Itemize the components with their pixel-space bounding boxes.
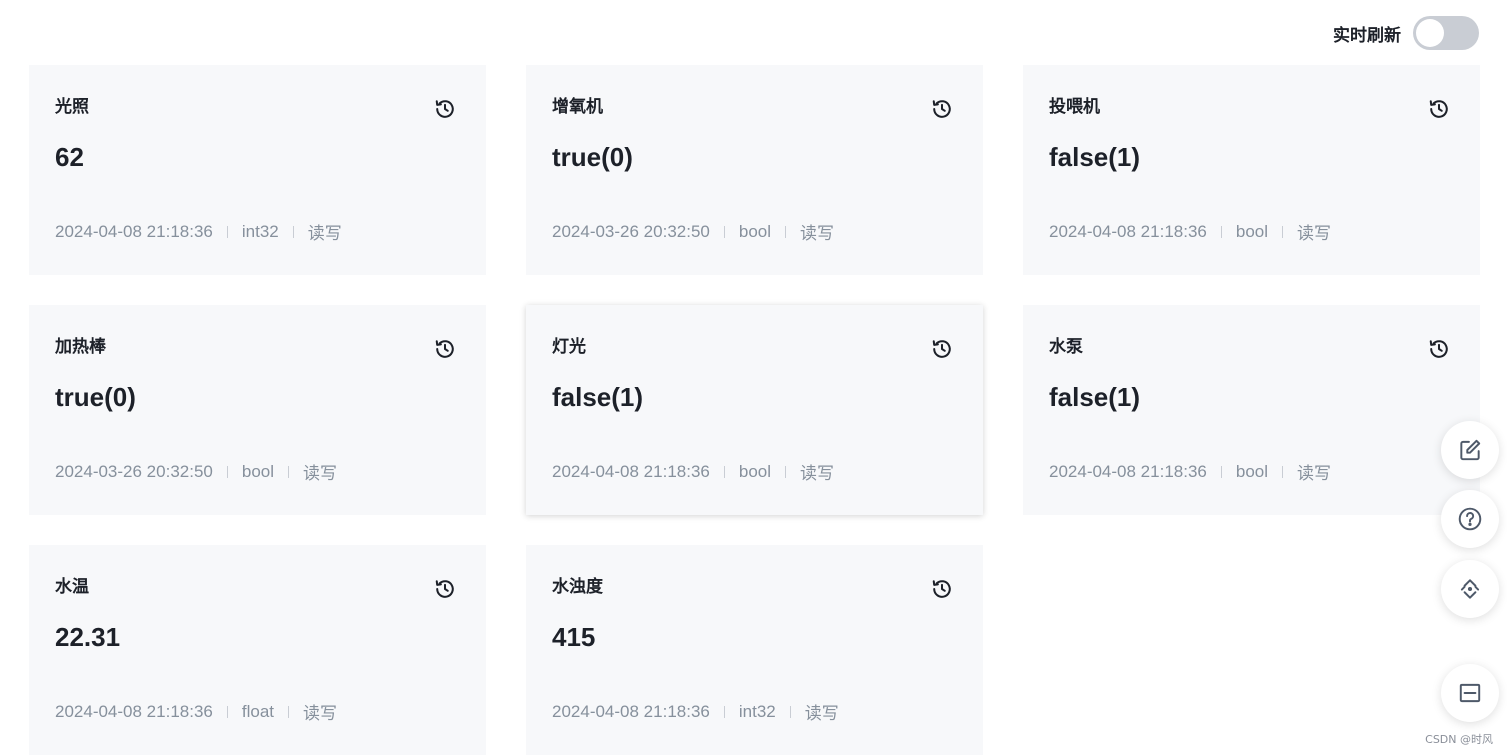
toggle-knob [1416,19,1444,47]
property-timestamp: 2024-03-26 20:32:50 [55,461,213,481]
property-value: false(1) [552,382,644,412]
property-access-mode: 读写 [303,464,337,484]
property-name: 灯光 [552,337,586,357]
property-meta: 2024-04-08 21:18:36 bool 读写 [1049,459,1331,485]
property-card[interactable]: 投喂机 false(1) 2024-04-08 21:18:36 bool 读写 [1023,65,1480,275]
property-access-mode: 读写 [804,704,839,724]
meta-divider [785,465,786,478]
property-name: 水温 [55,577,89,597]
property-data-type: bool [738,221,771,241]
history-icon[interactable] [931,578,953,600]
property-value: true(0) [552,142,633,172]
meta-divider [785,225,786,238]
property-access-mode: 读写 [800,224,834,244]
property-data-type: float [241,701,274,721]
history-icon[interactable] [434,578,456,600]
property-access-mode: 读写 [800,464,834,484]
meta-divider [226,465,228,478]
meta-divider [288,705,289,718]
property-data-type: int32 [738,701,776,721]
property-name: 加热棒 [55,337,106,357]
property-data-type: bool [241,461,274,481]
meta-divider [292,225,294,238]
property-timestamp: 2024-04-08 21:18:36 [552,701,710,721]
property-name: 水浊度 [552,577,603,597]
help-button[interactable] [1441,490,1499,548]
meta-divider [1220,225,1222,238]
property-timestamp: 2024-04-08 21:18:36 [552,461,710,481]
collapse-icon [1459,683,1481,703]
property-value: true(0) [55,382,136,412]
meta-divider [723,705,725,718]
meta-divider [723,465,725,478]
property-name: 水泵 [1049,337,1083,357]
property-timestamp: 2024-04-08 21:18:36 [55,701,213,721]
property-data-type: int32 [241,221,279,241]
property-value: false(1) [1049,382,1141,412]
property-meta: 2024-04-08 21:18:36 float 读写 [55,699,337,725]
property-card-grid: 光照 62 2024-04-08 21:18:36 int32 读写 增氧机 t… [29,65,1480,755]
meta-divider [1220,465,1222,478]
property-value: false(1) [1049,142,1141,172]
property-card[interactable]: 加热棒 true(0) 2024-03-26 20:32:50 bool 读写 [29,305,486,515]
property-card[interactable]: 光照 62 2024-04-08 21:18:36 int32 读写 [29,65,486,275]
property-card[interactable]: 水浊度 415 2024-04-08 21:18:36 int32 读写 [526,545,983,755]
property-card[interactable]: 水泵 false(1) 2024-04-08 21:18:36 bool 读写 [1023,305,1480,515]
property-card[interactable]: 水温 22.31 2024-04-08 21:18:36 float 读写 [29,545,486,755]
property-meta: 2024-03-26 20:32:50 bool 读写 [552,219,834,245]
property-access-mode: 读写 [307,224,342,244]
property-timestamp: 2024-03-26 20:32:50 [552,221,710,241]
sync-icon [1460,579,1480,599]
property-timestamp: 2024-04-08 21:18:36 [55,221,213,241]
history-icon[interactable] [434,98,456,120]
help-icon [1458,507,1482,531]
property-timestamp: 2024-04-08 21:18:36 [1049,461,1207,481]
meta-divider [226,705,228,718]
history-icon[interactable] [931,338,953,360]
watermark: CSDN @时风 [1425,733,1493,746]
meta-divider [1282,225,1283,238]
meta-divider [1282,465,1283,478]
property-value: 22.31 [55,622,121,652]
meta-divider [723,225,725,238]
device-property-page: 实时刷新 光照 62 2024-04-08 21:18:36 int32 读写 … [0,0,1507,755]
property-meta: 2024-04-08 21:18:36 int32 读写 [55,219,342,245]
edit-button[interactable] [1441,421,1499,479]
property-value: 62 [55,142,84,172]
property-name: 投喂机 [1049,97,1100,117]
property-data-type: bool [738,461,771,481]
property-meta: 2024-04-08 21:18:36 int32 读写 [552,699,839,725]
property-access-mode: 读写 [303,704,337,724]
property-timestamp: 2024-04-08 21:18:36 [1049,221,1207,241]
property-card[interactable]: 增氧机 true(0) 2024-03-26 20:32:50 bool 读写 [526,65,983,275]
sync-button[interactable] [1441,560,1499,618]
property-meta: 2024-04-08 21:18:36 bool 读写 [552,459,834,485]
edit-icon [1460,439,1481,461]
history-icon[interactable] [1428,98,1450,120]
meta-divider [789,705,791,718]
property-access-mode: 读写 [1297,224,1331,244]
property-name: 增氧机 [552,97,603,117]
realtime-refresh-toggle[interactable] [1413,16,1479,50]
property-value: 415 [552,622,596,652]
property-data-type: bool [1235,461,1268,481]
property-meta: 2024-04-08 21:18:36 bool 读写 [1049,219,1331,245]
property-name: 光照 [55,97,89,117]
collapse-button[interactable] [1441,664,1499,722]
history-icon[interactable] [434,338,456,360]
property-meta: 2024-03-26 20:32:50 bool 读写 [55,459,337,485]
history-icon[interactable] [1428,338,1450,360]
realtime-refresh-label: 实时刷新 [1333,25,1401,46]
property-access-mode: 读写 [1297,464,1331,484]
property-data-type: bool [1235,221,1268,241]
meta-divider [226,225,228,238]
realtime-refresh: 实时刷新 [1333,16,1479,50]
property-card[interactable]: 灯光 false(1) 2024-04-08 21:18:36 bool 读写 [526,305,983,515]
history-icon[interactable] [931,98,953,120]
meta-divider [288,465,289,478]
